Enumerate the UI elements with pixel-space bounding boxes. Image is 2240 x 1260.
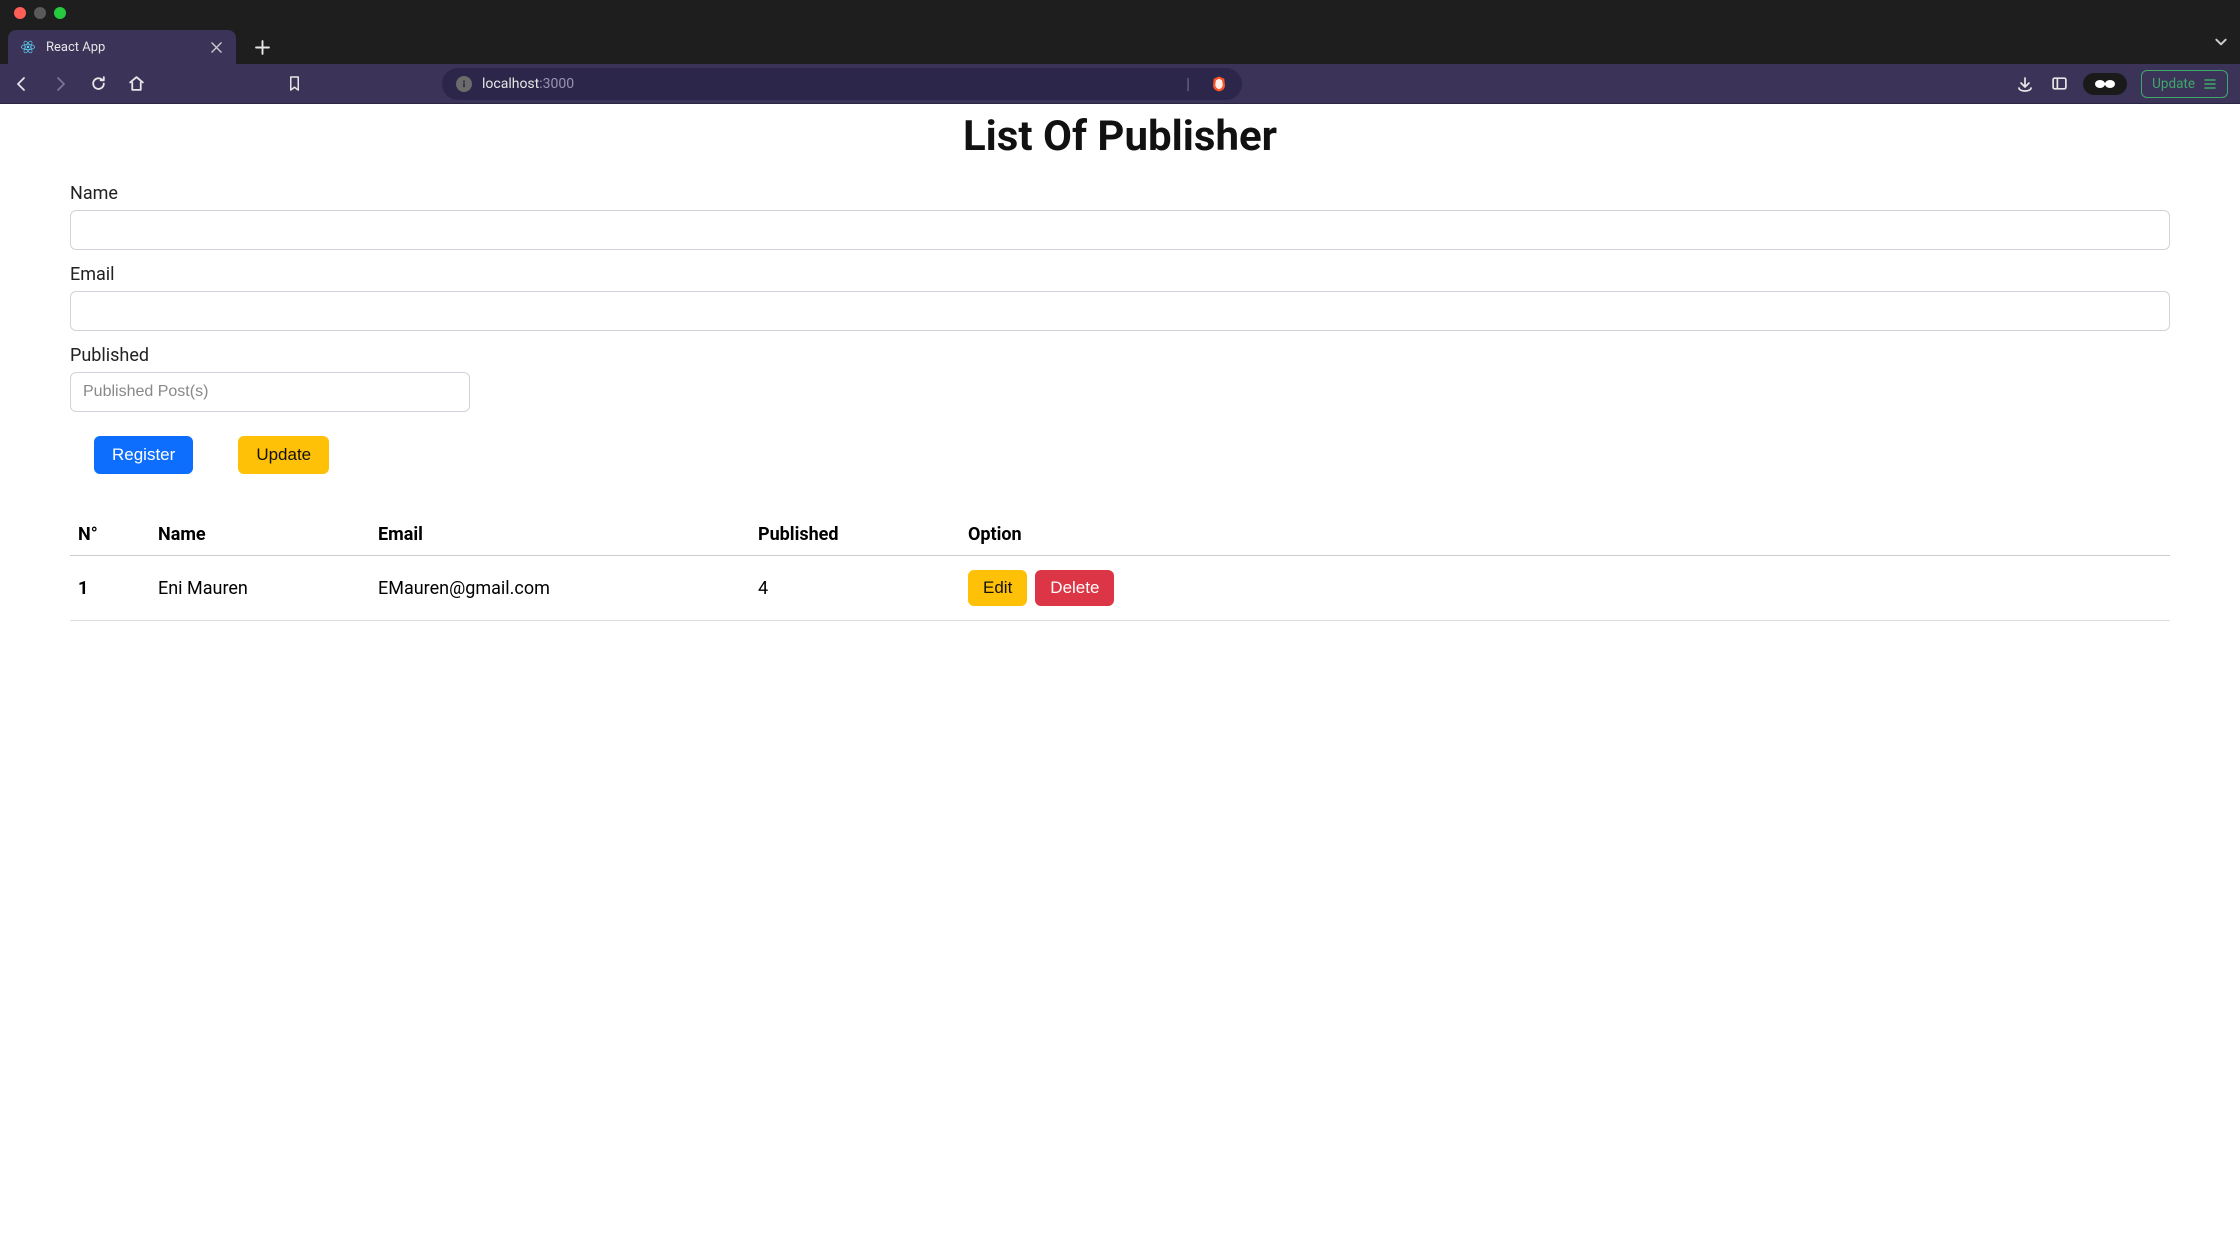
edit-button[interactable]: Edit <box>968 570 1027 606</box>
name-input[interactable] <box>70 210 2170 250</box>
browser-update-button[interactable]: Update <box>2141 70 2228 98</box>
form-group-name: Name <box>70 183 2170 250</box>
delete-button[interactable]: Delete <box>1035 570 1114 606</box>
home-button[interactable] <box>126 74 146 94</box>
th-option: Option <box>960 514 2170 556</box>
url-text: localhost:3000 <box>482 76 574 92</box>
addressbar-divider: | <box>1186 74 1200 93</box>
back-button[interactable] <box>12 74 32 94</box>
url-port: :3000 <box>539 76 574 92</box>
published-input[interactable] <box>70 372 470 412</box>
published-label: Published <box>70 345 2170 366</box>
close-window-button[interactable] <box>14 7 26 19</box>
brave-shields-icon[interactable] <box>1210 75 1228 93</box>
table-row: 1 Eni Mauren EMauren@gmail.com 4 Edit De… <box>70 556 2170 621</box>
form-group-published: Published <box>70 345 2170 412</box>
downloads-icon[interactable] <box>2015 74 2035 94</box>
address-bar[interactable]: localhost:3000 | <box>442 68 1242 100</box>
cell-name: Eni Mauren <box>150 556 370 621</box>
cell-email: EMauren@gmail.com <box>370 556 750 621</box>
update-button[interactable]: Update <box>238 436 329 474</box>
forward-button[interactable] <box>50 74 70 94</box>
th-no: N° <box>70 514 150 556</box>
react-favicon-icon <box>20 39 36 55</box>
url-host: localhost <box>482 76 539 92</box>
browser-tabbar: React App <box>0 26 2240 64</box>
th-email: Email <box>370 514 750 556</box>
bookmark-icon[interactable] <box>284 74 304 94</box>
new-tab-button[interactable] <box>248 33 276 61</box>
tab-title: React App <box>46 40 198 55</box>
browser-tab-active[interactable]: React App <box>8 30 236 64</box>
register-button[interactable]: Register <box>94 436 193 474</box>
form-group-email: Email <box>70 264 2170 331</box>
cell-no: 1 <box>70 556 150 621</box>
window-title-bar <box>0 0 2240 26</box>
th-name: Name <box>150 514 370 556</box>
sidebar-toggle-icon[interactable] <box>2049 74 2069 94</box>
tab-overflow-button[interactable] <box>2214 34 2228 53</box>
th-published: Published <box>750 514 960 556</box>
email-input[interactable] <box>70 291 2170 331</box>
publisher-table: N° Name Email Published Option 1 Eni Mau… <box>70 514 2170 621</box>
update-label: Update <box>2152 76 2195 92</box>
cell-published: 4 <box>750 556 960 621</box>
cell-option: Edit Delete <box>960 556 2170 621</box>
form-buttons: Register Update <box>70 436 2170 474</box>
page-title: List Of Publisher <box>70 112 2170 161</box>
page-content: List Of Publisher Name Email Published R… <box>0 104 2240 661</box>
reload-button[interactable] <box>88 74 108 94</box>
private-mode-icon[interactable] <box>2083 73 2127 95</box>
close-tab-button[interactable] <box>208 39 224 55</box>
name-label: Name <box>70 183 2170 204</box>
browser-toolbar: localhost:3000 | Update <box>0 64 2240 104</box>
minimize-window-button[interactable] <box>34 7 46 19</box>
maximize-window-button[interactable] <box>54 7 66 19</box>
email-label: Email <box>70 264 2170 285</box>
site-info-icon[interactable] <box>456 76 472 92</box>
table-header-row: N° Name Email Published Option <box>70 514 2170 556</box>
